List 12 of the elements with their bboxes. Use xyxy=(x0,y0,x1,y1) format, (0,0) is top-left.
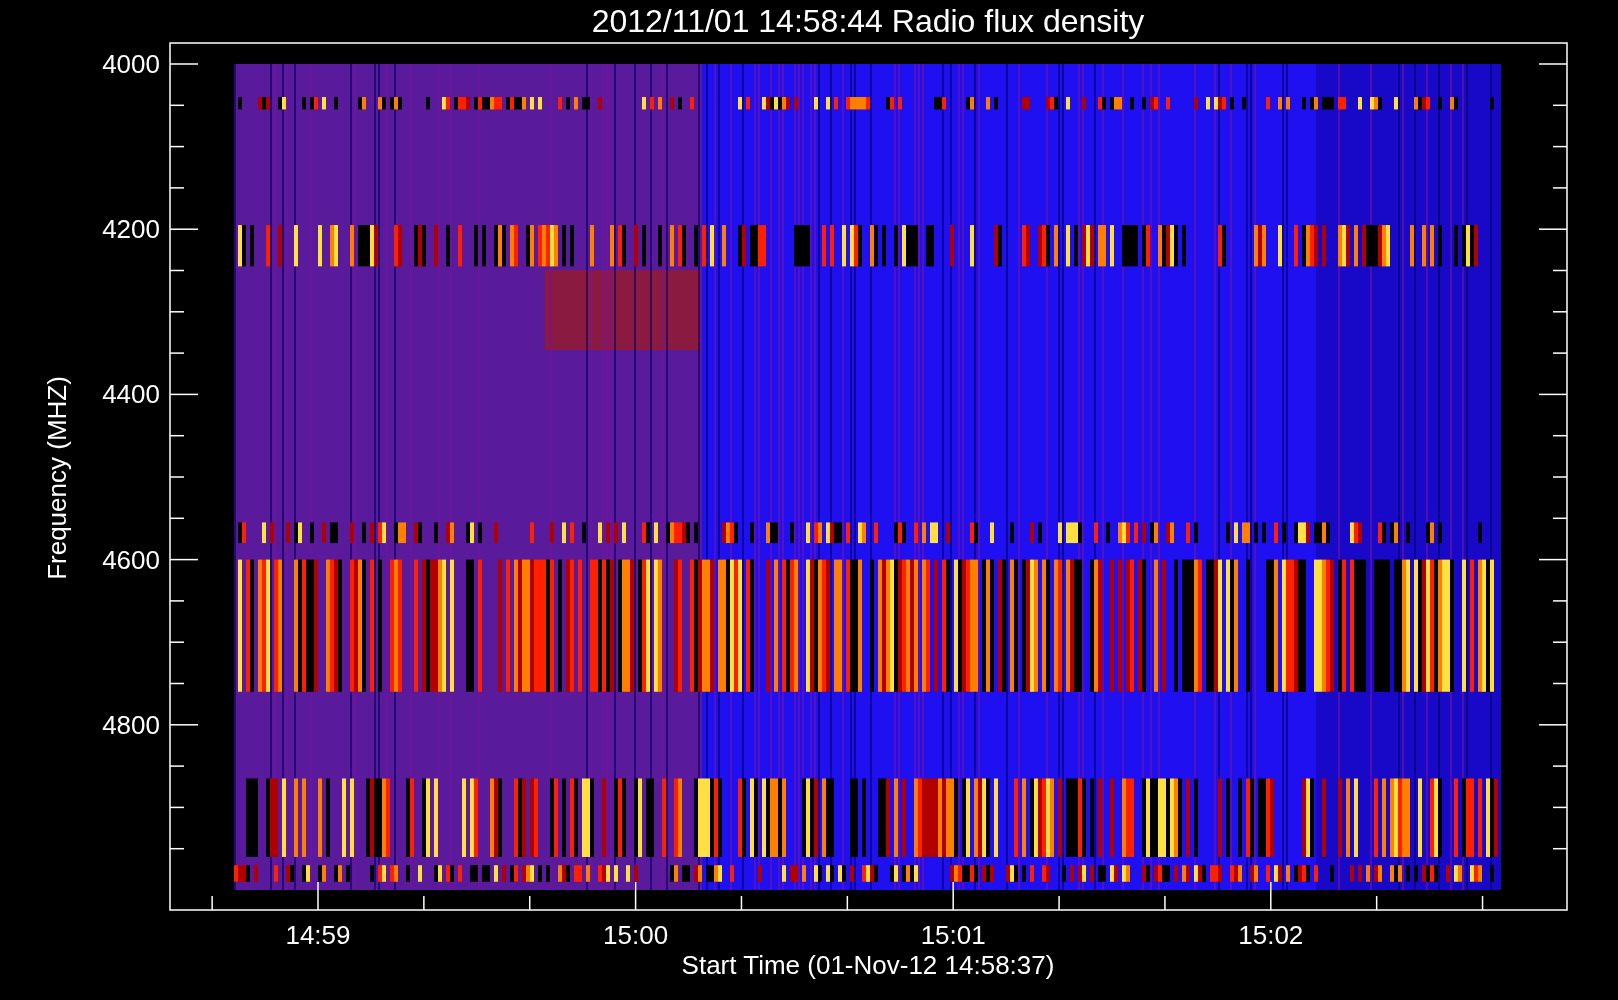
y-axis-label: Frequency (MHZ) xyxy=(42,376,72,580)
y-tick-label: 4400 xyxy=(102,379,160,410)
x-axis-label: Start Time (01-Nov-12 14:58:37) xyxy=(681,950,1055,980)
x-tick-label: 15:00 xyxy=(603,920,669,950)
chart-title: 2012/11/01 14:58:44 Radio flux density xyxy=(591,3,1145,39)
x-tick-label: 15:02 xyxy=(1238,920,1304,950)
x-tick-label: 15:01 xyxy=(920,920,986,950)
y-tick-label: 4000 xyxy=(102,49,160,79)
y-tick-label: 4200 xyxy=(102,214,160,245)
x-tick-label: 14:59 xyxy=(285,920,351,950)
y-tick-label: 4600 xyxy=(102,544,160,575)
y-tick-label: 4800 xyxy=(102,709,160,740)
